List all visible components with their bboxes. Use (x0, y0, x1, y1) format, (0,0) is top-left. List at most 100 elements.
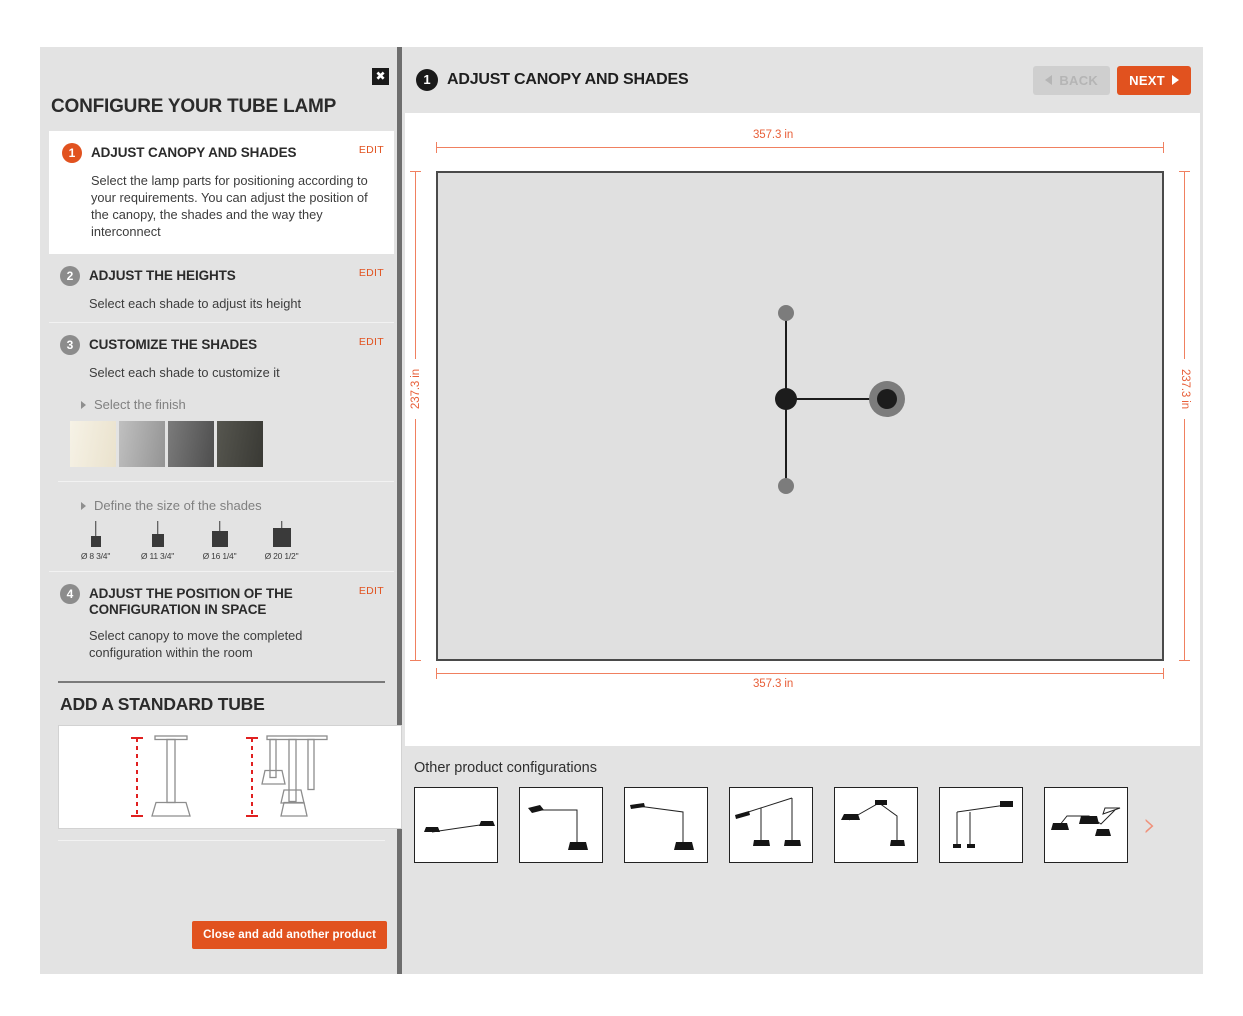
sidebar-step-2[interactable]: 2 ADJUST THE HEIGHTS EDIT Select each sh… (49, 254, 394, 323)
back-button[interactable]: BACK (1033, 65, 1111, 95)
header-title: ADJUST CANOPY AND SHADES (447, 71, 689, 88)
config-2-icon (528, 805, 588, 850)
dimension-tick-bottom-right (1163, 668, 1164, 679)
config-1-icon (424, 821, 495, 833)
sidebar: ✖ CONFIGURE YOUR TUBE LAMP 1 ADJUST CANO… (40, 47, 402, 974)
step-2-label: ADJUST THE HEIGHTS (89, 268, 236, 283)
add-tube-title: ADD A STANDARD TUBE (60, 694, 265, 714)
step-3-description: Select each shade to customize it (89, 365, 280, 380)
step-4-description: Select canopy to move the completed conf… (89, 628, 303, 660)
navigation-buttons: BACK NEXT (1033, 65, 1191, 95)
finish-size-divider (58, 481, 394, 482)
config-thumbnail-1[interactable] (414, 787, 498, 863)
shade-size-option-4[interactable]: Ø 20 1/2" (253, 519, 310, 561)
back-button-label: BACK (1059, 72, 1099, 88)
shade-size-option-3[interactable]: Ø 16 1/4" (191, 519, 248, 561)
close-and-add-another-product-button[interactable]: Close and add another product (192, 921, 387, 949)
arrow-right-icon (1172, 75, 1179, 85)
next-configurations-chevron-icon[interactable]: › (1143, 808, 1157, 842)
close-icon[interactable]: ✖ (372, 68, 389, 85)
finish-swatch-cream[interactable] (70, 421, 116, 467)
shade-node-top[interactable] (778, 305, 794, 321)
app-root: ✖ CONFIGURE YOUR TUBE LAMP 1 ADJUST CANO… (0, 0, 1243, 1016)
config-thumbnail-6[interactable] (939, 787, 1023, 863)
dimension-label-right: 237.3 in (1179, 359, 1191, 419)
step-1-description: Select the lamp parts for positioning ac… (91, 173, 368, 239)
finish-heading: Select the finish (94, 397, 186, 412)
step-1-header: 1 ADJUST CANOPY AND SHADES EDIT (59, 143, 384, 163)
dimension-tick-left-top (410, 171, 421, 172)
config-thumbnail-4[interactable] (729, 787, 813, 863)
sidebar-step-4[interactable]: 4 ADJUST THE POSITION OF THE CONFIGURATI… (49, 572, 394, 671)
step-2-header: 2 ADJUST THE HEIGHTS EDIT (49, 266, 394, 286)
dimension-tick-right-top (1179, 171, 1190, 172)
shade-size-toggle[interactable]: Define the size of the shades (81, 498, 394, 513)
shade-icon (67, 519, 124, 551)
dimension-tick-right-bottom (1179, 660, 1190, 661)
dimension-tick-left-bottom (410, 660, 421, 661)
shade-size-caption: Ø 20 1/2" (264, 551, 299, 561)
config-5-icon (841, 800, 905, 846)
configuration-thumbnails: › (414, 787, 1203, 863)
finish-toggle[interactable]: Select the finish (81, 397, 394, 412)
main-header: 1 ADJUST CANOPY AND SHADES BACK NEXT (402, 47, 1203, 113)
shade-size-options: Ø 8 3/4" Ø 11 3/4" Ø 16 1/4" Ø 20 1/2" (67, 519, 394, 561)
room-rectangle[interactable] (436, 171, 1164, 661)
step-3-number: 3 (60, 335, 80, 355)
sidebar-section-divider (58, 681, 385, 683)
step-4-label: ADJUST THE POSITION OF THE CONFIGURATION… (89, 586, 293, 617)
step-1-number: 1 (62, 143, 82, 163)
shade-size-caption: Ø 8 3/4" (80, 551, 111, 561)
sidebar-step-3[interactable]: 3 CUSTOMIZE THE SHADES EDIT Select each … (49, 323, 394, 572)
finish-swatch-list (70, 421, 394, 467)
configuration-canvas[interactable]: 357.3 in 357.3 in 237.3 in 237.3 in (405, 113, 1200, 746)
config-thumbnail-7[interactable] (1044, 787, 1128, 863)
config-3-icon (630, 803, 694, 850)
step-3-edit-link[interactable]: EDIT (359, 336, 384, 348)
shade-size-option-1[interactable]: Ø 8 3/4" (67, 519, 124, 561)
arrow-left-icon (1045, 75, 1053, 85)
finish-section: Select the finish (81, 397, 394, 412)
dimension-tick-top-right (1163, 142, 1164, 153)
config-thumbnail-2[interactable] (519, 787, 603, 863)
config-4-icon (735, 797, 801, 846)
shade-size-option-2[interactable]: Ø 11 3/4" (129, 519, 186, 561)
shade-size-heading: Define the size of the shades (94, 498, 262, 513)
step-2-number: 2 (60, 266, 80, 286)
main-panel: 1 ADJUST CANOPY AND SHADES BACK NEXT 357… (402, 47, 1203, 974)
step-4-number: 4 (60, 584, 80, 604)
dimension-line-bottom (436, 673, 1164, 674)
dimension-tick-top-left (436, 142, 437, 153)
finish-swatch-charcoal[interactable] (217, 421, 263, 467)
shade-icon (253, 519, 310, 551)
canopy-node[interactable] (775, 388, 797, 410)
sidebar-step-1[interactable]: 1 ADJUST CANOPY AND SHADES EDIT Select t… (49, 131, 394, 254)
next-button[interactable]: NEXT (1117, 65, 1191, 95)
triangle-right-icon (81, 400, 86, 409)
steps-list: 1 ADJUST CANOPY AND SHADES EDIT Select t… (49, 131, 402, 841)
configurator-modal: ✖ CONFIGURE YOUR TUBE LAMP 1 ADJUST CANO… (40, 47, 1203, 974)
shade-node-right[interactable] (877, 389, 897, 409)
dimension-label-left: 237.3 in (410, 359, 422, 419)
config-thumbnail-3[interactable] (624, 787, 708, 863)
dimension-tick-bottom-left (436, 668, 437, 679)
standard-tube-preview[interactable] (58, 725, 402, 829)
shade-node-bottom[interactable] (778, 478, 794, 494)
step-1-edit-link[interactable]: EDIT (359, 144, 384, 156)
shade-icon (191, 519, 248, 551)
shade-size-caption: Ø 11 3/4" (140, 551, 175, 561)
step-2-edit-link[interactable]: EDIT (359, 267, 384, 279)
step-4-edit-link[interactable]: EDIT (359, 585, 384, 597)
dimension-label-bottom: 357.3 in (745, 678, 802, 690)
page-title: CONFIGURE YOUR TUBE LAMP (51, 96, 337, 117)
shade-icon (129, 519, 186, 551)
step-3-label: CUSTOMIZE THE SHADES (89, 337, 258, 352)
triangle-right-icon (81, 501, 86, 510)
config-thumbnail-5[interactable] (834, 787, 918, 863)
next-button-label: NEXT (1129, 72, 1165, 88)
config-7-icon (1051, 807, 1121, 836)
dimension-line-top (436, 147, 1164, 148)
finish-swatch-light-grey[interactable] (119, 421, 165, 467)
tube-illustration (131, 735, 328, 817)
finish-swatch-medium-grey[interactable] (168, 421, 214, 467)
